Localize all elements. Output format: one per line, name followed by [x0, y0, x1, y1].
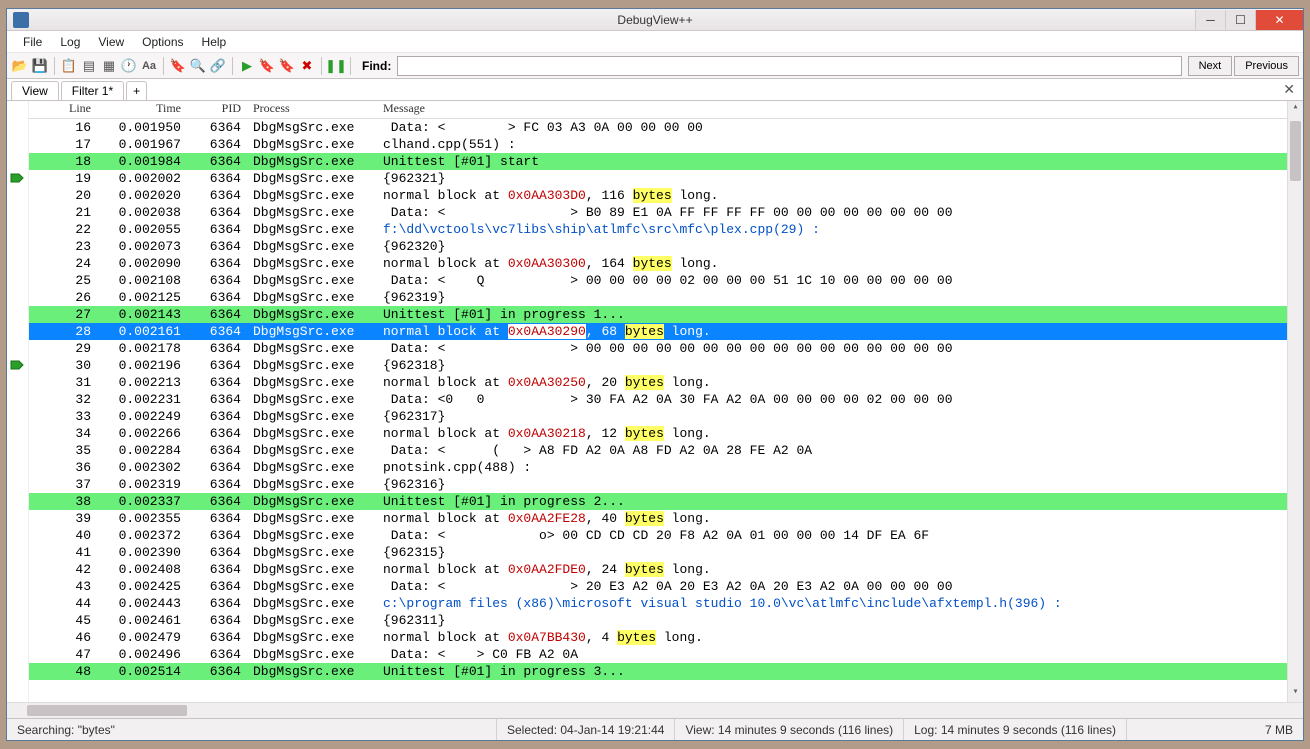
statusbar: Searching: "bytes" Selected: 04-Jan-14 1…	[7, 718, 1303, 740]
toolbar: 📂 💾 📋 ▤ ▦ 🕐 Aa 🔖 🔍 🔗 ▶ 🔖 🔖 ✖ ❚❚ Find: Ne…	[7, 53, 1303, 79]
find-input[interactable]	[397, 56, 1181, 76]
col-message[interactable]: Message	[379, 101, 1303, 118]
bookmark-icon[interactable]	[10, 171, 24, 185]
table-row[interactable]: 410.0023906364DbgMsgSrc.exe{962315}	[29, 544, 1303, 561]
table-row[interactable]: 240.0020906364DbgMsgSrc.exenormal block …	[29, 255, 1303, 272]
table-row[interactable]: 290.0021786364DbgMsgSrc.exe Data: < > 00…	[29, 340, 1303, 357]
minimize-button[interactable]: ─	[1195, 10, 1225, 30]
table-row[interactable]: 260.0021256364DbgMsgSrc.exe{962319}	[29, 289, 1303, 306]
window-title: DebugView++	[7, 13, 1303, 27]
menu-file[interactable]: File	[15, 33, 50, 51]
app-window: DebugView++ ─ ☐ ✕ File Log View Options …	[6, 8, 1304, 741]
clear-icon[interactable]: ✖	[298, 57, 316, 75]
table-row[interactable]: 230.0020736364DbgMsgSrc.exe{962320}	[29, 238, 1303, 255]
vscrollbar[interactable]: ▴ ▾	[1287, 101, 1303, 702]
table-row[interactable]: 340.0022666364DbgMsgSrc.exenormal block …	[29, 425, 1303, 442]
tab-view[interactable]: View	[11, 81, 59, 100]
table-row[interactable]: 480.0025146364DbgMsgSrc.exeUnittest [#01…	[29, 663, 1303, 680]
close-button[interactable]: ✕	[1255, 10, 1303, 30]
table-row[interactable]: 330.0022496364DbgMsgSrc.exe{962317}	[29, 408, 1303, 425]
play-icon[interactable]: ▶	[238, 57, 256, 75]
props-icon[interactable]: ▦	[100, 57, 118, 75]
table-row[interactable]: 170.0019676364DbgMsgSrc.execlhand.cpp(55…	[29, 136, 1303, 153]
table-row[interactable]: 360.0023026364DbgMsgSrc.exepnotsink.cpp(…	[29, 459, 1303, 476]
status-view: View: 14 minutes 9 seconds (116 lines)	[675, 719, 904, 740]
scroll-up-icon[interactable]: ▴	[1288, 101, 1303, 117]
table-row[interactable]: 370.0023196364DbgMsgSrc.exe{962316}	[29, 476, 1303, 493]
hscroll-thumb[interactable]	[27, 705, 187, 716]
table-row[interactable]: 350.0022846364DbgMsgSrc.exe Data: < ( > …	[29, 442, 1303, 459]
tabbar: View Filter 1* + ✕	[7, 79, 1303, 101]
app-icon	[13, 12, 29, 28]
table-row[interactable]: 310.0022136364DbgMsgSrc.exenormal block …	[29, 374, 1303, 391]
save-icon[interactable]: 💾	[31, 57, 49, 75]
table-row[interactable]: 400.0023726364DbgMsgSrc.exe Data: < o> 0…	[29, 527, 1303, 544]
table-row[interactable]: 210.0020386364DbgMsgSrc.exe Data: < > B0…	[29, 204, 1303, 221]
scroll-down-icon[interactable]: ▾	[1288, 686, 1303, 702]
col-time[interactable]: Time	[99, 101, 189, 118]
status-mem: 7 MB	[1255, 719, 1303, 740]
table-row[interactable]: 160.0019506364DbgMsgSrc.exe Data: < > FC…	[29, 119, 1303, 136]
table-row[interactable]: 420.0024086364DbgMsgSrc.exenormal block …	[29, 561, 1303, 578]
table-header: Line Time PID Process Message	[29, 101, 1303, 119]
pause-icon[interactable]: ❚❚	[327, 57, 345, 75]
table-row[interactable]: 280.0021616364DbgMsgSrc.exenormal block …	[29, 323, 1303, 340]
tab-add[interactable]: +	[126, 81, 147, 100]
table-row[interactable]: 320.0022316364DbgMsgSrc.exe Data: <0 0 >…	[29, 391, 1303, 408]
menu-options[interactable]: Options	[134, 33, 191, 51]
table-row[interactable]: 440.0024436364DbgMsgSrc.exec:\program fi…	[29, 595, 1303, 612]
find-next-button[interactable]: Next	[1188, 56, 1233, 76]
table-row[interactable]: 430.0024256364DbgMsgSrc.exe Data: < > 20…	[29, 578, 1303, 595]
vscroll-thumb[interactable]	[1290, 121, 1301, 181]
bookmark-next-icon[interactable]: 🔖	[258, 57, 276, 75]
tab-filter[interactable]: Filter 1*	[61, 81, 124, 100]
tab-close-icon[interactable]: ✕	[1283, 81, 1295, 98]
log-table[interactable]: Line Time PID Process Message 160.001950…	[29, 101, 1303, 702]
col-pid[interactable]: PID	[189, 101, 249, 118]
link-icon[interactable]: 🔗	[209, 57, 227, 75]
filter-icon[interactable]: 🔖	[169, 57, 187, 75]
table-row[interactable]: 190.0020026364DbgMsgSrc.exe{962321}	[29, 170, 1303, 187]
copy-icon[interactable]: 📋	[60, 57, 78, 75]
col-line[interactable]: Line	[29, 101, 99, 118]
status-searching: Searching: "bytes"	[7, 719, 497, 740]
table-row[interactable]: 200.0020206364DbgMsgSrc.exenormal block …	[29, 187, 1303, 204]
table-row[interactable]: 450.0024616364DbgMsgSrc.exe{962311}	[29, 612, 1303, 629]
clock-icon[interactable]: 🕐	[120, 57, 138, 75]
status-log: Log: 14 minutes 9 seconds (116 lines)	[904, 719, 1127, 740]
table-row[interactable]: 470.0024966364DbgMsgSrc.exe Data: < > C0…	[29, 646, 1303, 663]
menu-view[interactable]: View	[90, 33, 132, 51]
table-row[interactable]: 300.0021966364DbgMsgSrc.exe{962318}	[29, 357, 1303, 374]
hscrollbar[interactable]	[7, 702, 1303, 718]
list-icon[interactable]: ▤	[80, 57, 98, 75]
find-prev-button[interactable]: Previous	[1234, 56, 1299, 76]
menubar: File Log View Options Help	[7, 31, 1303, 53]
table-row[interactable]: 380.0023376364DbgMsgSrc.exeUnittest [#01…	[29, 493, 1303, 510]
table-row[interactable]: 180.0019846364DbgMsgSrc.exeUnittest [#01…	[29, 153, 1303, 170]
find-label: Find:	[362, 59, 391, 73]
bookmark-prev-icon[interactable]: 🔖	[278, 57, 296, 75]
gutter	[7, 101, 29, 702]
table-row[interactable]: 220.0020556364DbgMsgSrc.exef:\dd\vctools…	[29, 221, 1303, 238]
log-area: Line Time PID Process Message 160.001950…	[7, 101, 1303, 702]
menu-help[interactable]: Help	[194, 33, 235, 51]
table-row[interactable]: 390.0023556364DbgMsgSrc.exenormal block …	[29, 510, 1303, 527]
bookmark-icon[interactable]	[10, 358, 24, 372]
status-selected: Selected: 04-Jan-14 19:21:44	[497, 719, 675, 740]
find-icon[interactable]: 🔍	[189, 57, 207, 75]
table-row[interactable]: 250.0021086364DbgMsgSrc.exe Data: < Q > …	[29, 272, 1303, 289]
menu-log[interactable]: Log	[52, 33, 88, 51]
titlebar[interactable]: DebugView++ ─ ☐ ✕	[7, 9, 1303, 31]
maximize-button[interactable]: ☐	[1225, 10, 1255, 30]
table-row[interactable]: 270.0021436364DbgMsgSrc.exeUnittest [#01…	[29, 306, 1303, 323]
col-process[interactable]: Process	[249, 101, 379, 118]
open-icon[interactable]: 📂	[11, 57, 29, 75]
table-row[interactable]: 460.0024796364DbgMsgSrc.exenormal block …	[29, 629, 1303, 646]
font-icon[interactable]: Aa	[140, 57, 158, 75]
